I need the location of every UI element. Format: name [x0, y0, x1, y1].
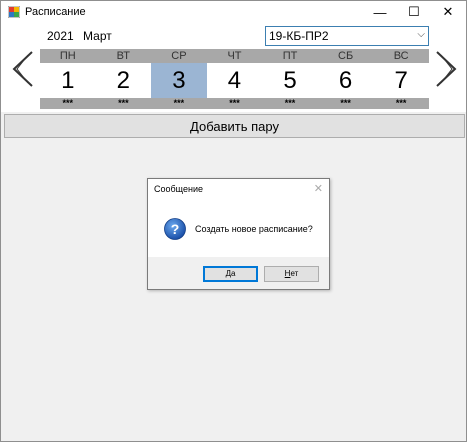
day-name: ВС [393, 50, 409, 62]
day-stars: *** [340, 98, 351, 108]
message-dialog: Сообщение ✕ ? Создать новое расписание? … [147, 178, 330, 290]
day-stars: *** [173, 98, 185, 108]
title-bar: Расписание — ☐ ✕ [1, 1, 466, 23]
day-cell-selected[interactable]: 3 [151, 63, 207, 98]
day-stars-row: *** *** *** *** *** *** *** [40, 98, 429, 109]
group-select[interactable]: 19-КБ-ПР2 ⌵ [265, 26, 429, 46]
day-cell[interactable]: 5 [262, 63, 318, 98]
dialog-close-icon[interactable]: ✕ [314, 182, 323, 195]
dialog-title: Сообщение [154, 184, 203, 194]
day-cell[interactable]: 6 [318, 63, 374, 98]
no-button[interactable]: Нет [264, 266, 319, 282]
minimize-button[interactable]: — [363, 1, 397, 23]
app-icon [8, 6, 20, 18]
day-name: ПТ [282, 50, 298, 62]
close-icon: ✕ [442, 4, 454, 19]
dialog-title-bar: Сообщение ✕ [148, 179, 329, 201]
next-week-arrow-icon[interactable] [431, 49, 461, 89]
day-stars: *** [62, 98, 74, 108]
close-button[interactable]: ✕ [431, 1, 465, 23]
svg-text:?: ? [171, 221, 180, 237]
day-cell[interactable]: 4 [207, 63, 263, 98]
day-cell[interactable]: 2 [96, 63, 152, 98]
year-month-label: 2021 Март [47, 29, 118, 43]
day-name: ЧТ [227, 50, 242, 62]
month-label: Март [83, 29, 112, 43]
yes-label: а [230, 269, 236, 278]
day-name: СР [171, 50, 187, 62]
day-numbers-row: 1 2 3 4 5 6 7 [40, 63, 429, 98]
add-pair-button[interactable]: Добавить пару [4, 114, 465, 138]
group-select-value: 19-КБ-ПР2 [269, 29, 329, 43]
dialog-footer: Да Нет [148, 257, 329, 289]
maximize-button[interactable]: ☐ [397, 1, 431, 23]
day-stars: *** [395, 98, 407, 108]
year-label: 2021 [47, 29, 74, 43]
day-name: ПН [59, 50, 76, 62]
day-stars: *** [229, 98, 240, 108]
day-stars: *** [284, 98, 296, 108]
day-name: СБ [338, 50, 354, 62]
yes-button[interactable]: Да [203, 266, 258, 282]
calendar-panel: 2021 Март 19-КБ-ПР2 ⌵ ПН ВТ СР ЧТ ПТ СБ … [1, 23, 466, 112]
day-cell[interactable]: 7 [373, 63, 429, 98]
day-stars: *** [118, 98, 129, 108]
prev-week-arrow-icon[interactable] [8, 49, 38, 89]
no-label: ет [290, 269, 299, 278]
day-name: ВТ [116, 50, 130, 62]
chevron-down-icon: ⌵ [417, 29, 425, 40]
window-title: Расписание [25, 6, 86, 18]
day-cell[interactable]: 1 [40, 63, 96, 98]
dialog-body: ? Создать новое расписание? [148, 201, 329, 257]
maximize-icon: ☐ [408, 4, 420, 19]
minimize-icon: — [373, 4, 387, 20]
dialog-message: Создать новое расписание? [195, 224, 313, 234]
question-icon: ? [164, 218, 186, 240]
day-names-row: ПН ВТ СР ЧТ ПТ СБ ВС [40, 49, 429, 63]
